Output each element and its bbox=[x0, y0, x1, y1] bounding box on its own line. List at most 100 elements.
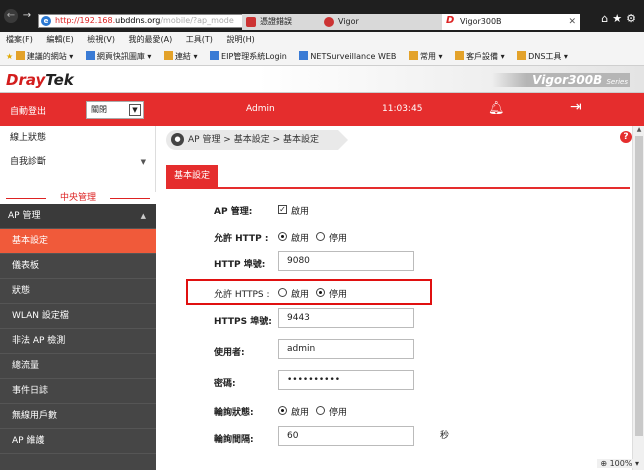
page-icon bbox=[85, 51, 95, 60]
poll-enable-option: 啟用 bbox=[291, 408, 310, 418]
tab-vigor[interactable]: Vigor bbox=[320, 14, 442, 30]
username-label: 使用者: bbox=[214, 348, 245, 358]
folder-icon bbox=[163, 51, 173, 60]
http-disable-option: 停用 bbox=[329, 234, 348, 244]
tab-basic-settings[interactable]: 基本設定 bbox=[166, 165, 218, 188]
folder-icon bbox=[15, 51, 25, 60]
poll-interval-label: 輪詢間隔: bbox=[214, 435, 254, 445]
top-red-bar: 自動登出 關閉 ▼ Admin 11:03:45 🔔︎ ⇥ bbox=[0, 93, 644, 126]
sidebar-submenu: AP 管理 ▲ 基本設定 儀表板 狀態 WLAN 設定檔 非法 AP 檢測 總流量… bbox=[0, 204, 156, 470]
sidebar-item-basic-settings[interactable]: 基本設定 bbox=[0, 229, 156, 254]
http-enable-radio[interactable] bbox=[278, 232, 287, 241]
help-icon[interactable]: ? bbox=[620, 131, 632, 143]
http-disable-radio[interactable] bbox=[316, 232, 325, 241]
sidebar-item-wlan-profile[interactable]: WLAN 設定檔 bbox=[0, 304, 156, 329]
breadcrumb: ● AP 管理 > 基本設定 > 基本設定 bbox=[166, 130, 348, 150]
auto-logout-select[interactable]: 關閉 ▼ bbox=[86, 101, 144, 119]
menu-bar: 檔案(F) 編輯(E) 檢視(V) 我的最愛(A) 工具(T) 說明(H) bbox=[0, 32, 644, 48]
menu-view[interactable]: 檢視(V) bbox=[87, 35, 115, 44]
menu-edit[interactable]: 編輯(E) bbox=[46, 35, 73, 44]
sidebar-item-traffic[interactable]: 總流量 bbox=[0, 354, 156, 379]
https-disable-option: 停用 bbox=[329, 290, 348, 300]
tab-cert-error[interactable]: 憑證錯誤 bbox=[242, 14, 320, 30]
http-port-input[interactable]: 9080 bbox=[278, 251, 414, 271]
zoom-level[interactable]: ⊕ 100% ▾ bbox=[597, 459, 642, 468]
sidebar-section-central-mgmt: 中央管理 bbox=[0, 192, 156, 204]
forward-arrow-icon[interactable]: → bbox=[20, 9, 34, 23]
sidebar-item-rogue-ap[interactable]: 非法 AP 檢測 bbox=[0, 329, 156, 354]
chevron-down-icon: ▼ bbox=[129, 104, 141, 116]
page-icon bbox=[210, 51, 220, 60]
home-icon[interactable]: ⌂ bbox=[601, 12, 612, 25]
password-input[interactable]: •••••••••• bbox=[278, 370, 414, 390]
sidebar-top: 線上狀態 自我診斷 ▼ bbox=[0, 126, 156, 192]
star-icon[interactable]: ★ bbox=[612, 12, 626, 25]
browser-titlebar: ← → e http://192.168.ubddns.org/mobile/?a… bbox=[0, 0, 644, 32]
poll-enable-radio[interactable] bbox=[278, 406, 287, 415]
back-arrow-icon[interactable]: ← bbox=[4, 9, 18, 23]
zoom-icon: ⊕ bbox=[600, 459, 608, 468]
auto-logout-label: 自動登出 bbox=[10, 107, 47, 117]
fav-item[interactable]: EIP管理系統Login bbox=[210, 51, 287, 61]
tab-vigor300b[interactable]: D Vigor300B ✕ bbox=[442, 14, 580, 30]
https-port-label: HTTPS 埠號: bbox=[214, 317, 272, 327]
draytek-logo: DrayTek bbox=[6, 71, 74, 89]
sidebar-item-wireless-clients[interactable]: 無線用戶數 bbox=[0, 404, 156, 429]
fav-item[interactable]: 客戶設備 ▾ bbox=[455, 51, 505, 61]
fav-item[interactable]: 建議的網站 ▾ bbox=[15, 51, 73, 61]
poll-interval-input[interactable]: 60 bbox=[278, 426, 414, 446]
draytek-icon bbox=[324, 17, 334, 27]
sidebar-item-ap-maintenance[interactable]: AP 維護 bbox=[0, 429, 156, 454]
ap-mgmt-checkbox[interactable]: ✓ bbox=[278, 205, 287, 214]
poll-disable-option: 停用 bbox=[329, 408, 348, 418]
browser-toolbar-icons: ⌂★⚙ bbox=[601, 12, 640, 25]
https-enable-radio[interactable] bbox=[278, 288, 287, 297]
sidebar-item-ap-management[interactable]: AP 管理 ▲ bbox=[0, 204, 156, 229]
current-user: Admin bbox=[246, 104, 275, 114]
favorites-bar: ★ 建議的網站 ▾ 網頁快訊圖庫 ▾ 連結 ▾ EIP管理系統Login NET… bbox=[0, 48, 644, 66]
folder-icon bbox=[408, 51, 418, 60]
password-label: 密碼: bbox=[214, 379, 236, 389]
menu-tools[interactable]: 工具(T) bbox=[186, 35, 213, 44]
fav-item[interactable]: 連結 ▾ bbox=[163, 51, 198, 61]
draytek-d-icon: D bbox=[446, 15, 455, 26]
http-label: 允許 HTTP : bbox=[214, 234, 269, 244]
http-port-label: HTTP 埠號: bbox=[214, 260, 266, 270]
menu-file[interactable]: 檔案(F) bbox=[6, 35, 33, 44]
sidebar-item-online-status[interactable]: 線上狀態 bbox=[0, 126, 156, 150]
poll-disable-radio[interactable] bbox=[316, 406, 325, 415]
close-icon[interactable]: ✕ bbox=[568, 14, 576, 30]
scroll-thumb[interactable] bbox=[635, 136, 643, 436]
https-enable-option: 啟用 bbox=[291, 290, 310, 300]
fav-item[interactable]: 網頁快訊圖庫 ▾ bbox=[85, 51, 151, 61]
caret-down-icon: ▼ bbox=[140, 158, 146, 166]
logo-bar: DrayTek Vigor300B Series bbox=[0, 66, 644, 93]
fav-item[interactable]: NETSurveillance WEB bbox=[299, 51, 396, 61]
scroll-up-arrow-icon[interactable]: ▲ bbox=[633, 126, 644, 136]
menu-favorites[interactable]: 我的最愛(A) bbox=[129, 35, 173, 44]
sidebar-item-diagnostics[interactable]: 自我診斷 ▼ bbox=[0, 150, 156, 174]
ap-mgmt-label: AP 管理: bbox=[214, 207, 253, 217]
ap-mgmt-option: 啟用 bbox=[291, 207, 310, 217]
bell-icon[interactable]: 🔔︎ bbox=[488, 101, 505, 116]
https-port-input[interactable]: 9443 bbox=[278, 308, 414, 328]
page-scrollbar[interactable]: ▲ ▼ bbox=[632, 126, 644, 470]
model-name: Vigor300B Series bbox=[492, 73, 630, 87]
caret-up-icon: ▲ bbox=[140, 212, 146, 220]
gear-icon[interactable]: ⚙ bbox=[626, 12, 640, 25]
https-disable-radio[interactable] bbox=[316, 288, 325, 297]
sidebar-item-event-log[interactable]: 事件日誌 bbox=[0, 379, 156, 404]
logout-icon[interactable]: ⇥ bbox=[570, 99, 582, 115]
http-enable-option: 啟用 bbox=[291, 234, 310, 244]
sidebar-item-dashboard[interactable]: 儀表板 bbox=[0, 254, 156, 279]
ie-icon: e bbox=[41, 16, 51, 26]
fav-item[interactable]: DNS工具 ▾ bbox=[517, 51, 568, 61]
folder-icon bbox=[455, 51, 465, 60]
sidebar-item-status[interactable]: 狀態 bbox=[0, 279, 156, 304]
page-icon bbox=[299, 51, 309, 60]
fav-item[interactable]: 常用 ▾ bbox=[408, 51, 443, 61]
sidebar: 線上狀態 自我診斷 ▼ 中央管理 AP 管理 ▲ 基本設定 儀表板 狀態 WLAN … bbox=[0, 126, 156, 470]
menu-help[interactable]: 說明(H) bbox=[226, 35, 254, 44]
folder-icon bbox=[517, 51, 527, 60]
username-input[interactable]: admin bbox=[278, 339, 414, 359]
